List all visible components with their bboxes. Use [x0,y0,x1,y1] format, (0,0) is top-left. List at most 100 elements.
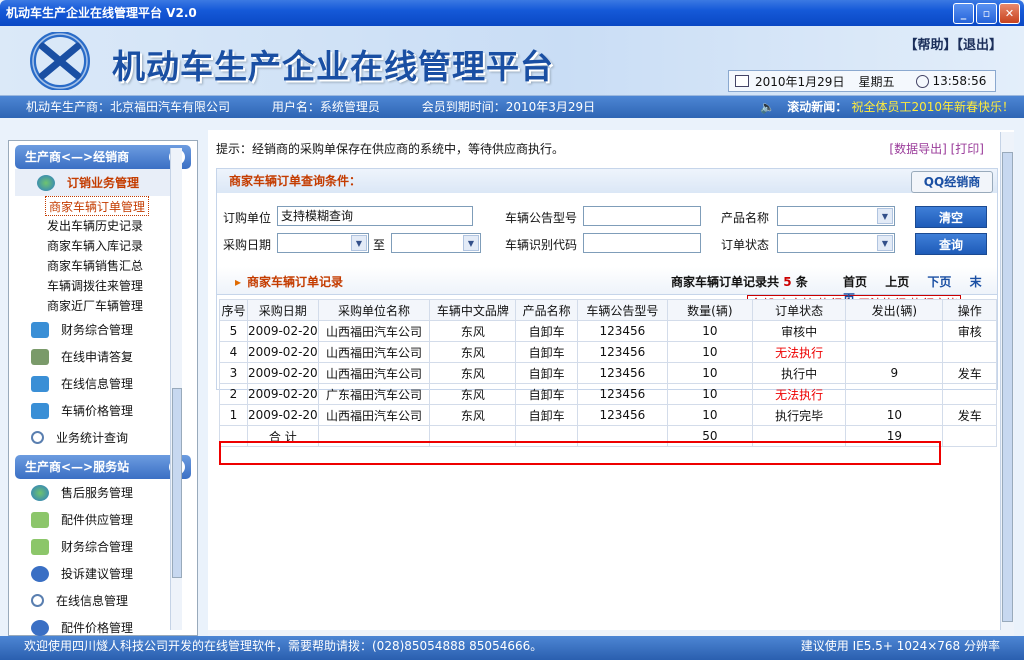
table-row: 5 2009-02-20 山西福田汽车公司 东风 自卸车 123456 10 审核中 审核 [219,320,997,342]
order-unit-input[interactable]: 支持模糊查询 [277,206,473,226]
notice-model-input[interactable] [583,206,701,226]
cell: 山西福田汽车公司 [317,362,431,384]
results-title: 商家车辆订单记录 [235,273,343,290]
section-label: 生产商<—>服务站 [25,460,130,474]
date-to-select[interactable]: ▼ [391,233,481,253]
maximize-button[interactable]: ▫ [976,3,997,24]
magnifier-icon [31,431,44,444]
cell: 山西福田汽车公司 [317,341,431,363]
sidebar-section-dealer[interactable]: 生产商<—>经销商︽ [15,145,191,169]
cell: 2009-02-20 [246,362,319,384]
col-header: 数量(辆) [666,299,754,321]
info-icon [31,619,49,636]
cell: 123456 [577,341,668,363]
main-panel: 提示：经销商的采购单保存在供应商的系统中，等待供应商执行。 [数据导出] [打印… [208,130,1014,634]
sidebar-item-label: 配件供应管理 [61,513,134,527]
globe-icon [31,484,49,501]
status-cell: 执行中 [752,362,847,384]
query-button[interactable]: 查询 [915,233,987,255]
table-row: 1 2009-02-20 山西福田汽车公司 东风 自卸车 123456 10 执行完毕 10 发车 [219,404,997,426]
close-button[interactable]: ✕ [999,3,1020,24]
sidebar-sub-order-manage[interactable]: 商家车辆订单管理 [45,196,150,216]
chat-icon [31,538,49,555]
col-header: 车辆公告型号 [577,299,668,321]
cell: 2009-02-20 [246,341,319,363]
window-titlebar: 机动车生产企业在线管理平台 V2.0 _ ▫ ✕ [0,0,1024,26]
sidebar-scrollbar[interactable] [170,148,182,630]
section-label: 生产商<—>经销商 [25,150,130,164]
cell: 10 [666,320,754,342]
sidebar-item-order-business[interactable]: 订销业务管理 [15,169,175,196]
audit-link[interactable]: 审核 [942,320,997,342]
sidebar-item-label: 订销业务管理 [67,176,140,190]
hint-text: 提示：经销商的采购单保存在供应商的系统中，等待供应商执行。 [216,142,565,156]
cell: 10 [845,404,944,426]
clear-button[interactable]: 清空 [915,206,987,228]
sidebar-item-label: 车辆价格管理 [61,404,134,418]
cell: 5 [219,320,248,342]
dropdown-arrow-icon[interactable]: ▼ [877,208,893,224]
info-window-icon [31,375,49,392]
calendar-icon [735,75,749,87]
dropdown-arrow-icon[interactable]: ▼ [463,235,479,251]
cell [942,425,997,447]
expire-info: 会员到期时间：2010年3月29日 [421,100,596,114]
qq-dealer-button[interactable]: QQ经销商 [911,171,993,193]
cell: 东风 [429,320,517,342]
product-select[interactable]: ▼ [777,206,895,226]
date-from-select[interactable]: ▼ [277,233,369,253]
sidebar-item-label: 投诉建议管理 [61,567,134,581]
price-icon [31,402,49,419]
label-purchase-date: 采购日期 [223,238,272,252]
scroll-thumb[interactable] [172,388,182,578]
minimize-button[interactable]: _ [953,3,974,24]
main-scrollbar[interactable] [1000,132,1014,632]
vin-input[interactable] [583,233,701,253]
cell: 东风 [429,404,517,426]
print-link[interactable]: [打印] [951,142,984,156]
status-right: 建议使用 IE5.5+ 1024×768 分辨率 [800,639,1000,653]
status-cell: 审核中 [752,320,847,342]
cell [845,320,944,342]
app-header: 机动车生产企业在线管理平台 【帮助】【退出】 2010年1月29日 星期五 13… [0,26,1024,96]
cell: 自卸车 [515,383,578,405]
help-logout-links[interactable]: 【帮助】【退出】 [904,34,1002,53]
col-header: 操作 [942,299,997,321]
scroll-thumb[interactable] [1002,152,1013,622]
dispatch-link[interactable]: 发车 [942,362,997,384]
label-product-name: 产品名称 [721,211,770,225]
sidebar-section-service[interactable]: 生产商<—>服务站︾ [15,455,191,479]
cell: 东风 [429,362,517,384]
status-cell: 执行完毕 [752,404,847,426]
label-vin: 车辆识别代码 [505,238,578,252]
info-bar: 机动车生产商：北京福田汽车有限公司 用户名：系统管理员 会员到期时间：2010年… [0,96,1024,118]
next-page-link[interactable]: 下页 [927,275,951,289]
status-cell: 无法执行 [752,383,847,405]
export-link[interactable]: [数据导出] [889,142,946,156]
cell: 广东福田汽车公司 [317,383,431,405]
date-time-box: 2010年1月29日 星期五 13:58:56 [728,70,996,92]
cell: 1 [219,404,248,426]
sidebar-item-label: 财务综合管理 [61,540,134,554]
label-notice-model: 车辆公告型号 [505,211,578,225]
app-logo-icon [30,32,90,90]
cell: 10 [666,404,754,426]
results-header: 商家车辆订单记录 商家车辆订单记录共 5 条 首页 上页 下页 末页 [217,267,997,306]
dispatch-link[interactable]: 发车 [942,404,997,426]
cell: 123456 [577,362,668,384]
user-info: 用户名：系统管理员 [271,100,380,114]
query-panel: 商家车辆订单查询条件： QQ经销商 订购单位 支持模糊查询 车辆公告型号 产品名… [216,168,998,465]
prev-page-link[interactable]: 上页 [885,275,909,289]
col-header: 采购日期 [246,299,319,321]
dropdown-arrow-icon[interactable]: ▼ [351,235,367,251]
cell: 3 [219,362,248,384]
cell: 2009-02-20 [246,383,319,405]
status-left: 欢迎使用四川燧人科技公司开发的在线管理软件，需要帮助请拨：(028)850548… [24,639,543,653]
cell [845,383,944,405]
cell: 10 [666,341,754,363]
first-page-link[interactable]: 首页 [843,275,867,289]
dropdown-arrow-icon[interactable]: ▼ [877,235,893,251]
news-ticker: 🔈 滚动新闻： 祝全体员工2010年新春快乐！ [760,96,1014,118]
status-select[interactable]: ▼ [777,233,895,253]
cell: 123456 [577,404,668,426]
